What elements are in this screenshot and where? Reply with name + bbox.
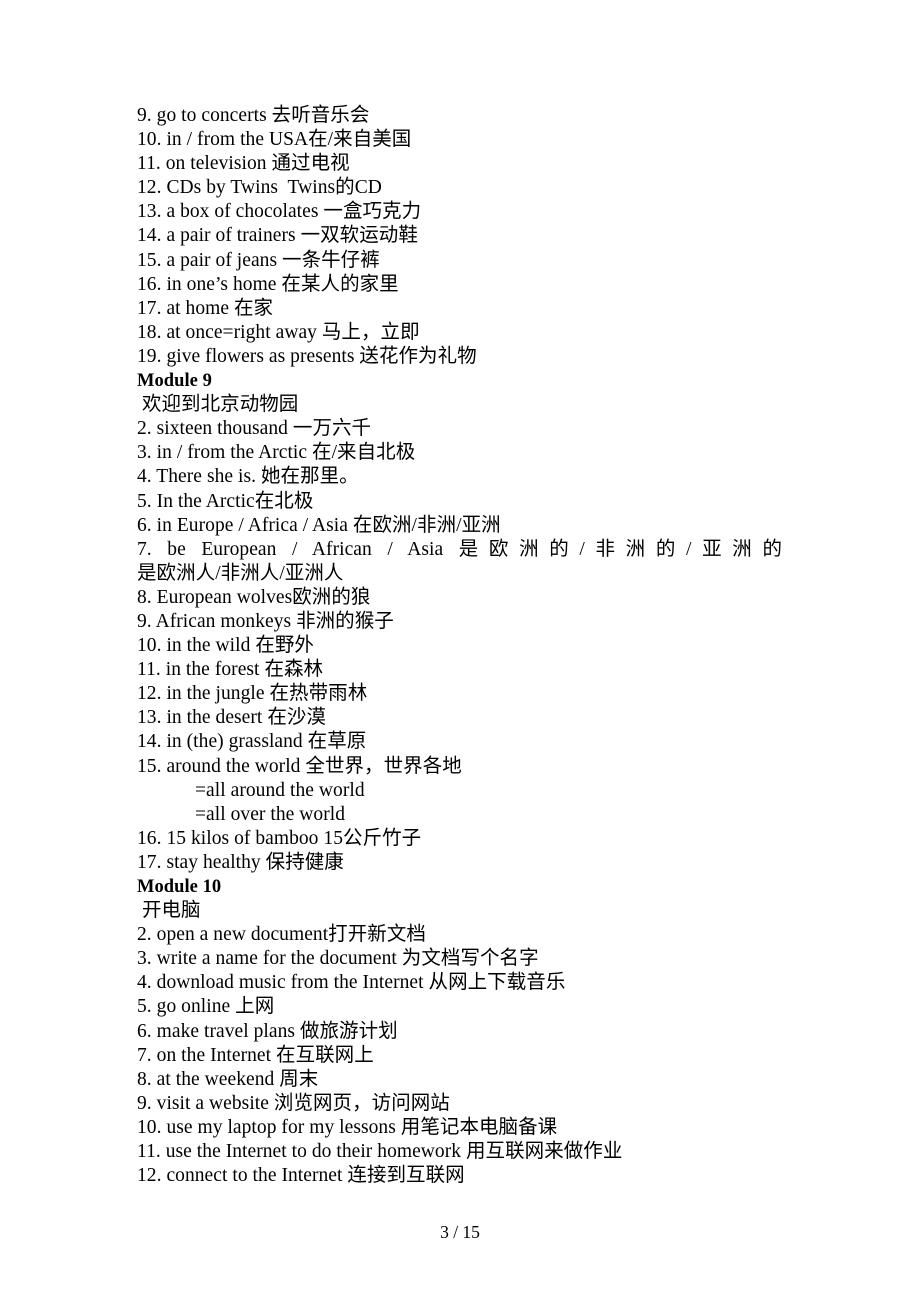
document-body: 9. go to concerts 去听音乐会 10. in / from the…	[137, 104, 785, 1188]
document-page: 9. go to concerts 去听音乐会 10. in / from the…	[0, 0, 920, 1302]
vocab-item-justified: 7. be European / African / Asia 是欧洲的/非洲的…	[137, 538, 782, 586]
vocab-item: 16. 15 kilos of bamboo 15公斤竹子	[137, 827, 422, 849]
module-heading: Module 9	[137, 371, 212, 392]
vocab-item: 13. a box of chocolates 一盒巧克力	[137, 201, 422, 223]
vocab-item: 18. at once=right away 马上，立即	[137, 321, 420, 343]
vocab-item: 11. on television 通过电视	[137, 153, 350, 175]
vocab-item: 4. There she is. 她在那里。	[137, 466, 359, 488]
vocab-item: 欢迎到北京动物园	[137, 394, 299, 416]
vocab-item: 13. in the desert 在沙漠	[137, 707, 326, 729]
page-number-footer: 3 / 15	[440, 1222, 480, 1242]
vocab-item: 12. connect to the Internet 连接到互联网	[137, 1165, 465, 1187]
vocab-subitem: =all around the world	[195, 779, 365, 801]
vocab-item: 8. at the weekend 周末	[137, 1068, 319, 1090]
vocab-item: 10. in the wild 在野外	[137, 635, 314, 657]
vocab-item: 3. write a name for the document 为文档写个名字	[137, 948, 539, 970]
vocab-item: 19. give flowers as presents 送花作为礼物	[137, 345, 477, 367]
vocab-item-line: 7. be European / African / Asia 是欧洲的/非洲的…	[137, 538, 782, 560]
vocab-item: 5. In the Arctic在北极	[137, 490, 314, 512]
vocab-item: 9. African monkeys 非洲的猴子	[137, 610, 394, 632]
vocab-subitem: =all over the world	[195, 803, 346, 825]
vocab-item: 14. a pair of trainers 一双软运动鞋	[137, 225, 418, 247]
vocab-item: 15. a pair of jeans 一条牛仔裤	[137, 249, 380, 271]
vocab-item: 6. make travel plans 做旅游计划	[137, 1020, 398, 1042]
vocab-item: 2. sixteen thousand 一万六千	[137, 418, 372, 440]
vocab-item: 12. in the jungle 在热带雨林	[137, 683, 368, 705]
vocab-item: 11. in the forest 在森林	[137, 659, 324, 681]
vocab-item-line: 是欧洲人/非洲人/亚洲人	[137, 562, 344, 584]
module-heading: Module 10	[137, 877, 222, 897]
vocab-item: 8. European wolves欧洲的狼	[137, 586, 371, 608]
vocab-item: 7. on the Internet 在互联网上	[137, 1044, 374, 1066]
vocab-item: 14. in (the) grassland 在草原	[137, 731, 367, 753]
vocab-item: 6. in Europe / Africa / Asia 在欧洲/非洲/亚洲	[137, 514, 501, 536]
vocab-item: 3. in / from the Arctic 在/来自北极	[137, 442, 416, 464]
vocab-item: 17. stay healthy 保持健康	[137, 851, 344, 873]
vocab-item: 16. in one’s home 在某人的家里	[137, 273, 399, 295]
vocab-item: 10. use my laptop for my lessons 用笔记本电脑备…	[137, 1116, 558, 1138]
vocab-item: 9. visit a website 浏览网页，访问网站	[137, 1092, 450, 1114]
vocab-item: 12. CDs by Twins Twins的CD	[137, 177, 382, 199]
vocab-item: 2. open a new document打开新文档	[137, 924, 426, 946]
vocab-item: 9. go to concerts 去听音乐会	[137, 105, 370, 126]
vocab-item: 10. in / from the USA在/来自美国	[137, 129, 412, 151]
vocab-item: 开电脑	[137, 900, 201, 922]
vocab-item: 5. go online 上网	[137, 996, 275, 1018]
vocab-item: 11. use the Internet to do their homewor…	[137, 1141, 623, 1163]
vocab-item: 17. at home 在家	[137, 297, 274, 319]
vocab-item: 4. download music from the Internet 从网上下…	[137, 972, 566, 994]
vocab-item: 15. around the world 全世界，世界各地	[137, 755, 462, 777]
